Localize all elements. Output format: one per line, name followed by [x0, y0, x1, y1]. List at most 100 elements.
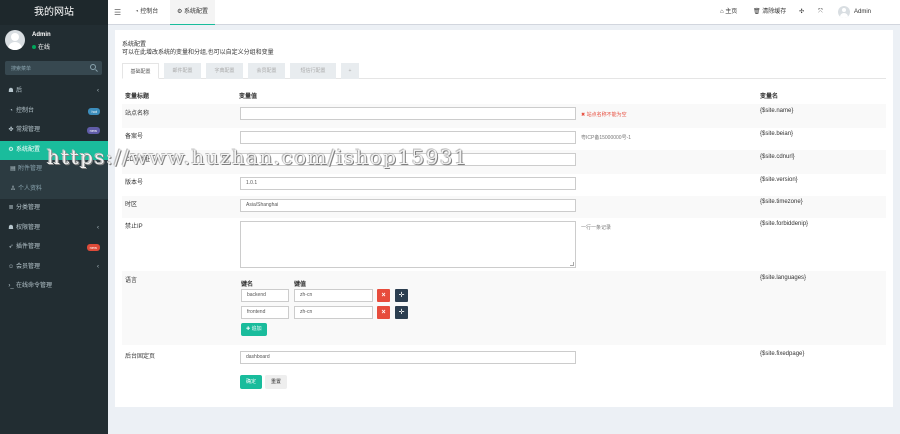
- trash-icon: 🗑: [753, 9, 763, 15]
- remove-row-button[interactable]: ×: [377, 306, 390, 319]
- table-row: 禁止IP 一行一条记录 {$site.forbiddenip}: [122, 218, 886, 270]
- menu-toggle-icon[interactable]: ☰: [114, 8, 121, 17]
- sidebar-item-label: 权限管理: [16, 224, 41, 231]
- sidebar-item-label: 控制台: [16, 107, 35, 114]
- member-icon: ☺: [8, 263, 15, 270]
- tab-dashboard[interactable]: ◔ 控制台: [128, 0, 165, 25]
- sidebar-item-label: 常规管理: [16, 127, 41, 133]
- resize-grip-icon[interactable]: [570, 262, 574, 266]
- header-name: 变量名: [760, 94, 779, 100]
- gear-icon: ⚙: [177, 9, 185, 15]
- topbar: ☰ ◔ 控制台 ⚙ 系统配置 ⌂ 主页 🗑 清除缓存 ✣ ⤧ Admin: [108, 0, 900, 25]
- fullscreen-icon[interactable]: ✣: [799, 0, 804, 25]
- language-value-input[interactable]: zh-cn: [294, 289, 373, 302]
- row-title: 禁止IP: [125, 224, 143, 230]
- tab-email[interactable]: 邮件配置: [164, 63, 201, 79]
- sidebar-item-addon[interactable]: ➶ 插件管理 new: [0, 238, 108, 258]
- config-tabs: 基础配置 邮件配置 字典配置 会员配置 短信行配置 +: [122, 63, 886, 79]
- rocket-icon: ➶: [8, 244, 14, 250]
- sidebar-item-command[interactable]: ›_ 在线命令管理: [0, 277, 108, 297]
- reset-button[interactable]: 重置: [265, 375, 288, 389]
- row-varname: {$site.version}: [760, 177, 798, 183]
- chevron-left-icon: ‹: [97, 88, 99, 94]
- new-badge: new: [86, 244, 100, 251]
- sidebar-item-label: 在线命令管理: [16, 283, 53, 289]
- user-icon: ♙: [10, 185, 16, 192]
- row-varname: {$site.name}: [760, 108, 794, 114]
- tab-config[interactable]: ⚙ 系统配置: [170, 0, 216, 25]
- sidebar-item-label: 后: [16, 88, 23, 94]
- key-header: 键名: [241, 282, 254, 288]
- language-key-input[interactable]: backend: [241, 289, 289, 302]
- sidebar-item-general[interactable]: ✤ 常规管理 new: [0, 121, 108, 141]
- sidebar-item-backend[interactable]: ☗ 后 ‹: [0, 82, 108, 102]
- drag-row-button[interactable]: ✛: [395, 306, 408, 319]
- avatar[interactable]: [838, 6, 850, 18]
- remove-row-button[interactable]: ×: [377, 289, 390, 302]
- sidebar: 我的网站 Admin 在线 搜索菜单 ☗ 后 ‹ ◔ 控制台 hot ✤ 常规管理 new …: [0, 0, 108, 434]
- drag-row-button[interactable]: ✛: [395, 289, 408, 302]
- expand-icon[interactable]: ⤧: [818, 0, 823, 25]
- hot-badge: hot: [88, 107, 100, 115]
- sidebar-item-label: 插件管理: [16, 244, 41, 250]
- row-title: 后台固定页: [125, 354, 156, 360]
- value-header: 键值: [294, 282, 307, 288]
- version-input[interactable]: 1.0.1: [240, 177, 576, 190]
- home-link[interactable]: ⌂ 主页: [720, 0, 737, 25]
- new-badge: new: [86, 127, 100, 134]
- cogs-icon: ✤: [8, 127, 14, 133]
- tab-sms[interactable]: 短信行配置: [290, 63, 336, 79]
- language-key-input[interactable]: frontend: [241, 306, 289, 319]
- sidebar-item-auth[interactable]: ☗ 权限管理 ‹: [0, 219, 108, 239]
- site-name-error: ✖ 站点名称不能为空: [581, 111, 627, 118]
- clear-cache-label: 清除缓存: [762, 9, 787, 15]
- forbidden-ip-hint: 一行一条记录: [581, 225, 612, 231]
- menu-search[interactable]: 搜索菜单: [5, 61, 102, 75]
- header-value: 变量值: [239, 94, 258, 100]
- config-panel: 系统配置 可以在此增改系统的变量和分组,也可以自定义分组和变量 基础配置 邮件配…: [115, 30, 893, 407]
- sidebar-item-member[interactable]: ☺ 会员管理 ‹: [0, 258, 108, 278]
- table-row: 语言 键名 键值 backend zh-cn × ✛ frontend zh-c…: [122, 271, 886, 345]
- attachment-icon: ▤: [10, 166, 16, 172]
- site-name-input[interactable]: [240, 107, 576, 120]
- users-icon: ☗: [8, 88, 14, 94]
- sidebar-item-dashboard[interactable]: ◔ 控制台 hot: [0, 102, 108, 122]
- avatar: [5, 30, 25, 50]
- header-title: 变量标题: [125, 94, 150, 100]
- row-title: 站点名称: [125, 111, 150, 117]
- search-placeholder[interactable]: 搜索菜单: [11, 65, 31, 72]
- sidebar-item-profile[interactable]: ♙ 个人资料: [0, 179, 108, 199]
- sidebar-item-category[interactable]: ≣ 分类管理: [0, 199, 108, 219]
- chevron-left-icon: ‹: [97, 263, 99, 270]
- timezone-input[interactable]: Asia/Shanghai: [240, 199, 576, 212]
- fixed-page-input[interactable]: dashboard: [240, 351, 576, 364]
- online-dot-icon: [32, 45, 36, 50]
- beian-hint: 粤ICP备15000000号-1: [581, 135, 632, 141]
- submit-button[interactable]: 确定: [240, 375, 263, 389]
- row-varname: {$site.forbiddenip}: [760, 221, 809, 227]
- home-label: 主页: [725, 9, 738, 15]
- add-tab-button[interactable]: +: [341, 63, 359, 79]
- tab-member[interactable]: 会员配置: [248, 63, 285, 79]
- panel-description: 可以在此增改系统的变量和分组,也可以自定义分组和变量: [122, 50, 274, 56]
- row-varname: {$site.fixedpage}: [760, 351, 805, 357]
- group-icon: ☗: [8, 224, 14, 231]
- forbidden-ip-textarea[interactable]: [240, 221, 576, 268]
- user-status-label: 在线: [38, 45, 51, 51]
- topbar-username[interactable]: Admin: [854, 0, 871, 25]
- sidebar-item-label: 个人资料: [18, 185, 43, 192]
- row-varname: {$site.cdnurl}: [760, 154, 795, 160]
- tab-dictionary[interactable]: 字典配置: [206, 63, 243, 79]
- append-button[interactable]: ✚ 追加: [241, 323, 267, 336]
- table-row: 版本号 1.0.1 {$site.version}: [122, 174, 886, 196]
- sidebar-item-label: 系统配置: [16, 146, 41, 153]
- table-header: 变量标题 变量值 变量名: [122, 88, 886, 102]
- language-value-input[interactable]: zh-cn: [294, 306, 373, 319]
- beian-input[interactable]: [240, 131, 576, 144]
- tab-basic[interactable]: 基础配置: [122, 63, 159, 79]
- clear-cache-button[interactable]: 🗑 清除缓存: [753, 0, 786, 25]
- site-logo[interactable]: 我的网站: [0, 0, 108, 25]
- search-icon[interactable]: [90, 64, 96, 70]
- row-title: 备案号: [125, 134, 144, 140]
- user-panel: Admin 在线: [0, 25, 108, 57]
